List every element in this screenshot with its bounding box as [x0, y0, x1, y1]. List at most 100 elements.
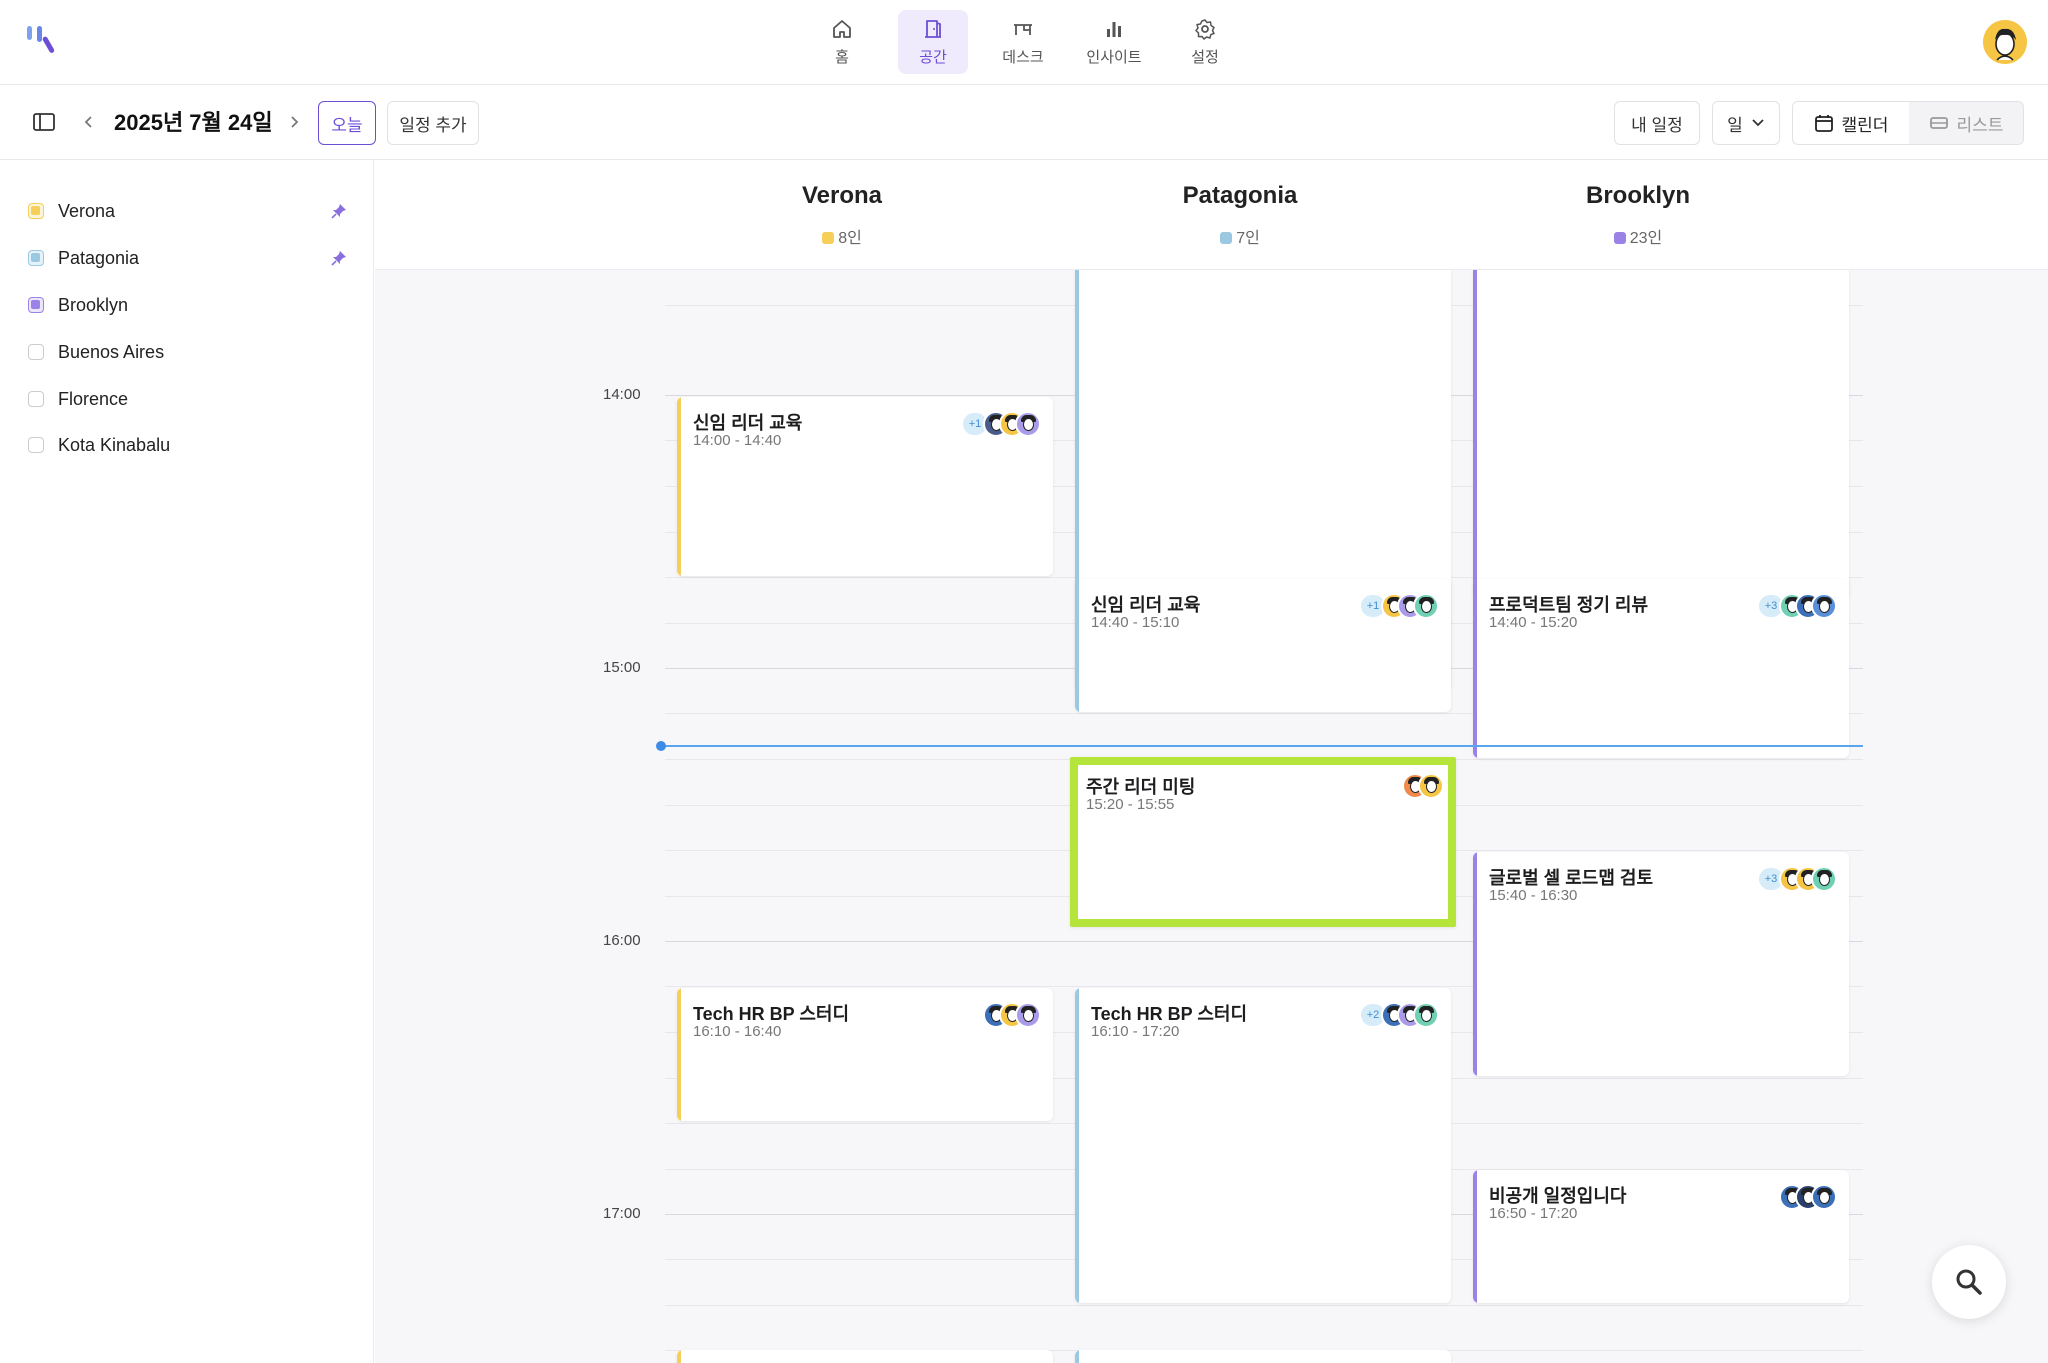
room-checkbox[interactable]: [28, 344, 44, 360]
today-button[interactable]: 오늘: [318, 101, 376, 145]
event-card[interactable]: 신임 리더 교육 14:40 - 15:10 +1: [1075, 579, 1451, 712]
attendee-avatar: [1413, 593, 1439, 619]
attendee-avatar: [1015, 411, 1041, 437]
column-capacity: 7인: [1090, 224, 1390, 248]
bar-chart-icon: [1107, 22, 1121, 37]
nav-insight-label: 인사이트: [1086, 49, 1142, 66]
room-checkbox[interactable]: [28, 437, 44, 453]
list-icon: [1929, 117, 1948, 129]
event-time: 16:50 - 17:20: [1489, 1205, 1578, 1222]
calendar-icon: [1814, 115, 1833, 132]
nav-settings[interactable]: 설정: [1170, 10, 1240, 74]
current-time-dot: [656, 741, 666, 751]
calendar-toolbar: 2025년 7월 24일 오늘 일정 추가 내 일정 일 캘린더 리스트: [0, 85, 2048, 160]
app-logo[interactable]: [24, 22, 64, 58]
room-label: Patagonia: [58, 247, 140, 268]
attendee-avatars: [1402, 773, 1444, 799]
view-mode-toggle: 캘린더 리스트: [1792, 101, 2024, 145]
column-capacity: 8인: [692, 224, 992, 248]
room-checkbox[interactable]: [28, 391, 44, 407]
hour-label: 15:00: [603, 659, 641, 676]
pin-icon[interactable]: [330, 249, 348, 267]
room-item-buenos-aires[interactable]: Buenos Aires: [28, 337, 348, 367]
room-item-florence[interactable]: Florence: [28, 384, 348, 414]
event-card-continued[interactable]: [1473, 270, 1849, 600]
next-day-icon[interactable]: [287, 113, 301, 131]
attendee-avatars: +2: [1359, 1002, 1439, 1028]
nav-home-label: 홈: [835, 49, 849, 66]
attendee-avatar: [1418, 773, 1444, 799]
nav-insight[interactable]: 인사이트: [1079, 10, 1149, 74]
calendar-grid: Verona 8인 Patagonia 7인 Brooklyn 23인 14:0…: [375, 160, 2048, 1363]
room-label: Buenos Aires: [58, 341, 165, 362]
attendee-avatars: +1: [1359, 593, 1439, 619]
event-card[interactable]: 글로벌 셀 로드맵 검토 15:40 - 16:30 +3: [1473, 852, 1849, 1076]
gear-icon: [1195, 19, 1215, 40]
nav-desk[interactable]: 데스크: [988, 10, 1058, 74]
event-card[interactable]: 신임 리더 교육 14:00 - 14:40 +1: [677, 397, 1053, 576]
attendee-avatars: +3: [1757, 866, 1837, 892]
calendar-view-button[interactable]: 캘린더: [1793, 102, 1909, 144]
event-card-selected[interactable]: 주간 리더 미팅 15:20 - 15:55: [1070, 757, 1456, 927]
event-time: 16:10 - 16:40: [693, 1023, 782, 1040]
event-card[interactable]: Tech HR BP 스터디 16:10 - 16:40: [677, 988, 1053, 1121]
event-card[interactable]: Tech HR BP 스터디 16:10 - 17:20 +2: [1075, 988, 1451, 1303]
current-time-line: [662, 745, 1863, 747]
search-button[interactable]: [1932, 1245, 2006, 1319]
attendee-avatars: [983, 1002, 1041, 1028]
attendee-avatars: +3: [1757, 593, 1837, 619]
home-icon: [833, 20, 851, 38]
room-item-verona[interactable]: Verona: [28, 196, 348, 226]
room-item-kota-kinabalu[interactable]: Kota Kinabalu: [28, 430, 348, 460]
nav-home[interactable]: 홈: [807, 10, 877, 74]
event-card[interactable]: 프로덕트팀 정기 리뷰 14:40 - 15:20 +3: [1473, 579, 1849, 758]
attendee-avatar: [1413, 1002, 1439, 1028]
calendar-view-label: 캘린더: [1841, 115, 1889, 135]
room-item-patagonia[interactable]: Patagonia: [28, 243, 348, 273]
attendee-avatar: [1811, 1184, 1837, 1210]
top-navigation: 홈 공간 데스크 인사이트 설정: [0, 0, 2048, 85]
column-title-verona: Verona: [801, 182, 883, 209]
event-time: 16:10 - 17:20: [1091, 1023, 1180, 1040]
event-card[interactable]: 비공개 일정입니다 16:50 - 17:20: [1473, 1170, 1849, 1303]
room-checkbox[interactable]: [28, 250, 44, 266]
event-time: 15:40 - 16:30: [1489, 887, 1578, 904]
door-icon: [925, 20, 941, 38]
event-card-partial[interactable]: [677, 1350, 1053, 1363]
attendee-avatars: [1779, 1184, 1837, 1210]
hour-label: 16:00: [603, 932, 641, 949]
room-checkbox[interactable]: [28, 297, 44, 313]
desk-icon: [1014, 24, 1032, 35]
column-title-brooklyn: Brooklyn: [1585, 182, 1690, 209]
attendee-avatar: [1811, 866, 1837, 892]
prev-day-icon[interactable]: [82, 113, 96, 131]
event-time: 14:40 - 15:20: [1489, 614, 1578, 631]
nav-desk-label: 데스크: [1002, 49, 1044, 66]
room-checkbox[interactable]: [28, 203, 44, 219]
nav-settings-label: 설정: [1191, 49, 1219, 66]
sidebar-toggle-icon[interactable]: [32, 111, 56, 133]
my-schedule-button[interactable]: 내 일정: [1614, 101, 1700, 145]
attendee-avatar: [1811, 593, 1837, 619]
nav-space[interactable]: 공간: [898, 10, 968, 74]
nav-space-label: 공간: [919, 49, 947, 66]
list-view-button[interactable]: 리스트: [1909, 102, 2023, 144]
column-capacity: 23인: [1488, 224, 1788, 248]
view-select[interactable]: 일: [1712, 101, 1780, 145]
room-sidebar: Verona Patagonia Brooklyn Buenos Aires F…: [0, 160, 374, 1363]
event-card-partial[interactable]: [1075, 1350, 1451, 1363]
view-select-value: 일: [1727, 115, 1743, 135]
pin-icon[interactable]: [330, 202, 348, 220]
attendee-avatar: [1015, 1002, 1041, 1028]
event-time: 14:40 - 15:10: [1091, 614, 1180, 631]
room-label: Verona: [58, 200, 116, 221]
list-view-label: 리스트: [1956, 115, 2004, 135]
hour-label: 14:00: [603, 386, 641, 403]
current-date: 2025년 7월 24일: [114, 110, 273, 135]
room-item-brooklyn[interactable]: Brooklyn: [28, 290, 348, 320]
room-label: Brooklyn: [58, 294, 129, 315]
add-event-button[interactable]: 일정 추가: [387, 101, 479, 145]
event-time: 14:00 - 14:40: [693, 432, 782, 449]
user-avatar[interactable]: [1983, 20, 2027, 64]
hour-label: 17:00: [603, 1205, 641, 1222]
